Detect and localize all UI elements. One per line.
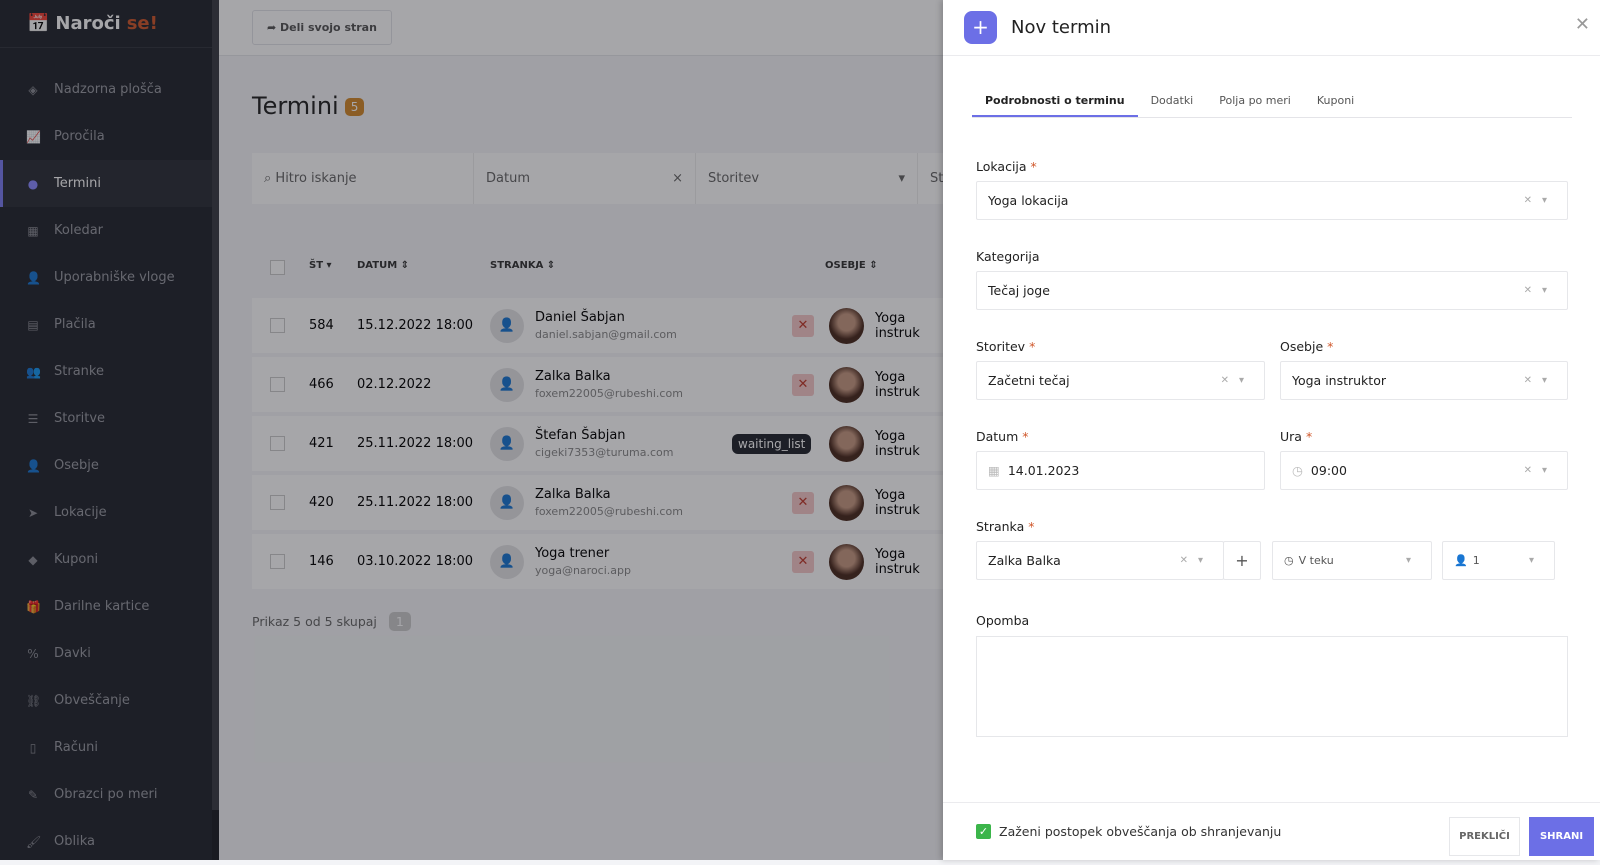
plus-icon: + (964, 11, 997, 44)
note-textarea[interactable] (976, 636, 1568, 737)
category-label: Kategorija (976, 249, 1040, 264)
panel-title: Nov termin (1011, 17, 1112, 38)
user-icon: 👤 (1454, 554, 1468, 567)
note-label: Opomba (976, 613, 1030, 628)
date-input[interactable]: ▦ 14.01.2023 (976, 451, 1265, 490)
clock-icon: ◷ (1284, 554, 1294, 567)
staff-select[interactable]: Yoga instruktor ✕▾ (1280, 361, 1568, 400)
tab-coupons[interactable]: Kuponi (1304, 88, 1367, 117)
service-select[interactable]: Začetni tečaj ✕▾ (976, 361, 1265, 400)
close-icon[interactable]: ✕ (1575, 14, 1590, 35)
location-select[interactable]: Yoga lokacija ✕▾ (976, 181, 1568, 220)
save-button[interactable]: SHRANI (1529, 817, 1594, 856)
time-select[interactable]: ◷ 09:00 ✕▾ (1280, 451, 1568, 490)
notify-checkbox[interactable]: ✓ (976, 824, 991, 839)
customer-select[interactable]: Zalka Balka ✕▾ (976, 541, 1224, 580)
panel-tabs: Podrobnosti o terminu Dodatki Polja po m… (972, 88, 1572, 118)
customer-label: Stranka * (976, 519, 1035, 534)
date-label: Datum * (976, 429, 1029, 444)
clock-icon: ◷ (1292, 463, 1303, 478)
notify-label: Zaženi postopek obveščanja ob shranjevan… (999, 824, 1282, 839)
persons-select[interactable]: 👤 1 ▾ (1442, 541, 1555, 580)
cancel-button[interactable]: PREKLIČI (1449, 817, 1520, 856)
status-select[interactable]: ◷ V teku ▾ (1272, 541, 1432, 580)
tab-details[interactable]: Podrobnosti o terminu (972, 88, 1138, 117)
modal-backdrop[interactable] (0, 0, 943, 860)
location-label: Lokacija * (976, 159, 1037, 174)
tab-custom-fields[interactable]: Polja po meri (1206, 88, 1304, 117)
time-label: Ura * (1280, 429, 1313, 444)
calendar-icon: ▦ (988, 463, 1000, 478)
add-customer-button[interactable]: + (1223, 541, 1261, 580)
service-label: Storitev * (976, 339, 1036, 354)
new-appointment-panel: + Nov termin ✕ Podrobnosti o terminu Dodat… (943, 0, 1600, 860)
staff-label: Osebje * (1280, 339, 1334, 354)
tab-extras[interactable]: Dodatki (1138, 88, 1207, 117)
category-select[interactable]: Tečaj joge ✕▾ (976, 271, 1568, 310)
